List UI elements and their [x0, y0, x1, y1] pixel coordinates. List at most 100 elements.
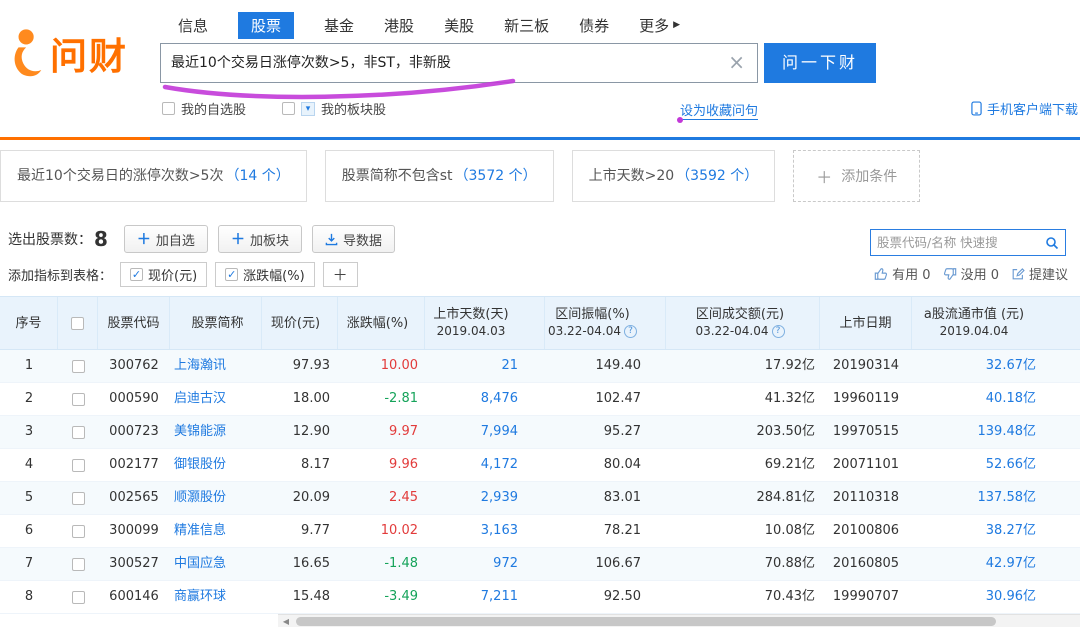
column-header-chg[interactable]: 涨跌幅(%) — [338, 297, 425, 349]
table-row[interactable]: 7 300527 中国应急 16.65 -1.48 972 106.67 70.… — [0, 548, 1080, 581]
table-row[interactable]: 6 300099 精准信息 9.77 10.02 3,163 78.21 10.… — [0, 515, 1080, 548]
table-row[interactable]: 1 300762 上海瀚讯 97.93 10.00 21 149.40 17.9… — [0, 350, 1080, 383]
column-header-turnover[interactable]: 区间成交额(元)03.22-04.04? — [666, 297, 820, 349]
stock-name-link[interactable]: 商赢环球 — [170, 581, 262, 613]
scrollbar-thumb[interactable] — [296, 617, 996, 626]
nav-item-债券[interactable]: 债券 — [579, 15, 609, 36]
row-checkbox[interactable] — [72, 525, 85, 538]
row-checkbox[interactable] — [72, 393, 85, 406]
my-watchlist-option[interactable]: 我的自选股 — [162, 99, 246, 118]
column-subtitle: 03.22-04.04? — [548, 323, 637, 340]
cell-amplitude: 92.50 — [545, 581, 666, 613]
nav-item-新三板[interactable]: 新三板 — [504, 15, 549, 36]
cell-list-date: 20100806 — [820, 515, 912, 547]
select-all-checkbox[interactable] — [71, 317, 84, 330]
table-row[interactable]: 5 002565 顺灏股份 20.09 2.45 2,939 83.01 284… — [0, 482, 1080, 515]
column-header-listdate[interactable]: 上市日期 — [820, 297, 912, 349]
nav-item-基金[interactable]: 基金 — [324, 15, 354, 36]
column-header-seq[interactable]: 序号 — [0, 297, 58, 349]
add-watchlist-button[interactable]: ＋ 加自选 — [124, 225, 208, 253]
column-header-mktcap[interactable]: a股流通市值 (元)2019.04.04 — [912, 297, 1080, 349]
indicator-bar-label: 添加指标到表格： — [8, 265, 112, 284]
suggest-button[interactable]: 提建议 — [1011, 264, 1068, 283]
help-icon[interactable]: ? — [772, 325, 785, 338]
cell-change-percent: 10.02 — [338, 515, 425, 547]
my-watchlist-label: 我的自选股 — [181, 99, 246, 118]
horizontal-scrollbar[interactable]: ◀ — [278, 614, 1080, 627]
cell-listed-days: 7,994 — [425, 416, 545, 448]
row-checkbox[interactable] — [72, 360, 85, 373]
indicator-chip-price[interactable]: ✓ 现价(元) — [120, 262, 207, 287]
row-checkbox[interactable] — [72, 492, 85, 505]
condition-limit-up-count[interactable]: 最近10个交易日的涨停次数>5次（14 个） — [0, 150, 307, 202]
my-boards-checkbox[interactable] — [282, 102, 295, 115]
help-icon[interactable]: ? — [624, 325, 637, 338]
useful-button[interactable]: 有用 0 — [874, 264, 930, 283]
column-header-check[interactable] — [58, 297, 98, 349]
clear-search-icon[interactable]: × — [728, 44, 745, 80]
add-condition-button[interactable]: ＋ 添加条件 — [793, 150, 920, 202]
quick-search-input[interactable] — [877, 235, 1045, 250]
condition-not-st[interactable]: 股票简称不包含st（3572 个） — [325, 150, 554, 202]
table-row[interactable]: 4 002177 御银股份 8.17 9.96 4,172 80.04 69.2… — [0, 449, 1080, 482]
stock-name-link[interactable]: 启迪古汉 — [170, 383, 262, 415]
cell-seq: 8 — [0, 581, 58, 613]
cell-market-cap: 137.58亿 — [912, 482, 1080, 514]
indicator-chip-change[interactable]: ✓ 涨跌幅(%) — [215, 262, 315, 287]
iwencai-page: 问财 信息 股票 基金 港股 美股 新三板 债券 更多▶ 最近10个交易日涨停次数>5，非ST… — [0, 0, 1080, 627]
cell-check — [58, 383, 98, 415]
nav-item-更多[interactable]: 更多▶ — [639, 15, 680, 36]
scroll-left-arrow-icon[interactable]: ◀ — [278, 617, 294, 626]
cell-check — [58, 548, 98, 580]
useless-button[interactable]: 没用 0 — [943, 264, 999, 283]
cell-check — [58, 350, 98, 382]
table-row[interactable]: 8 600146 商赢环球 15.48 -3.49 7,211 92.50 70… — [0, 581, 1080, 614]
column-header-amp[interactable]: 区间振幅(%)03.22-04.04? — [545, 297, 666, 349]
quick-search-box[interactable] — [870, 229, 1066, 256]
stock-name-link[interactable]: 御银股份 — [170, 449, 262, 481]
boards-dropdown-icon[interactable]: ▾ — [301, 102, 315, 116]
condition-listed-days[interactable]: 上市天数>20（3592 个） — [572, 150, 776, 202]
column-header-days[interactable]: 上市天数(天)2019.04.03 — [425, 297, 545, 349]
brand-logo[interactable]: 问财 — [10, 26, 128, 80]
column-header-price[interactable]: 现价(元) — [262, 297, 338, 349]
app-download-label: 手机客户端下载 — [987, 99, 1078, 118]
nav-item-股票[interactable]: 股票 — [238, 12, 294, 39]
stock-name-link[interactable]: 上海瀚讯 — [170, 350, 262, 382]
nav-item-美股[interactable]: 美股 — [444, 15, 474, 36]
stock-name-link[interactable]: 精准信息 — [170, 515, 262, 547]
cell-price: 18.00 — [262, 383, 338, 415]
stock-name-link[interactable]: 顺灏股份 — [170, 482, 262, 514]
row-checkbox[interactable] — [72, 591, 85, 604]
stock-name-link[interactable]: 中国应急 — [170, 548, 262, 580]
row-checkbox[interactable] — [72, 558, 85, 571]
row-checkbox[interactable] — [72, 459, 85, 472]
nav-item-港股[interactable]: 港股 — [384, 15, 414, 36]
column-title: 上市天数(天) — [433, 306, 508, 323]
add-board-button[interactable]: ＋ 加板块 — [218, 225, 302, 253]
column-title: 上市日期 — [839, 315, 891, 332]
add-indicator-button[interactable]: ＋ — [323, 262, 358, 287]
column-header-name[interactable]: 股票简称 — [170, 297, 262, 349]
column-header-code[interactable]: 股票代码 — [98, 297, 170, 349]
table-row[interactable]: 3 000723 美锦能源 12.90 9.97 7,994 95.27 203… — [0, 416, 1080, 449]
app-download-link[interactable]: 手机客户端下载 — [971, 99, 1078, 118]
search-input[interactable]: 最近10个交易日涨停次数>5，非ST，非新股 × — [160, 43, 758, 83]
ask-button[interactable]: 问一下财 — [764, 43, 876, 83]
row-checkbox[interactable] — [72, 426, 85, 439]
table-body: 1 300762 上海瀚讯 97.93 10.00 21 149.40 17.9… — [0, 350, 1080, 614]
nav-item-信息[interactable]: 信息 — [178, 15, 208, 36]
cell-amplitude: 106.67 — [545, 548, 666, 580]
search-icon[interactable] — [1045, 236, 1059, 250]
cell-check — [58, 515, 98, 547]
my-boards-option[interactable]: ▾ 我的板块股 — [282, 99, 386, 118]
change-checkbox[interactable]: ✓ — [225, 268, 238, 281]
stock-name-link[interactable]: 美锦能源 — [170, 416, 262, 448]
export-data-button[interactable]: 导数据 — [312, 225, 395, 253]
price-checkbox[interactable]: ✓ — [130, 268, 143, 281]
save-question-link[interactable]: 设为收藏问句 — [680, 100, 758, 120]
my-watchlist-checkbox[interactable] — [162, 102, 175, 115]
column-title: 现价(元) — [271, 315, 320, 332]
table-row[interactable]: 2 000590 启迪古汉 18.00 -2.81 8,476 102.47 4… — [0, 383, 1080, 416]
thumbs-up-icon — [874, 267, 888, 281]
